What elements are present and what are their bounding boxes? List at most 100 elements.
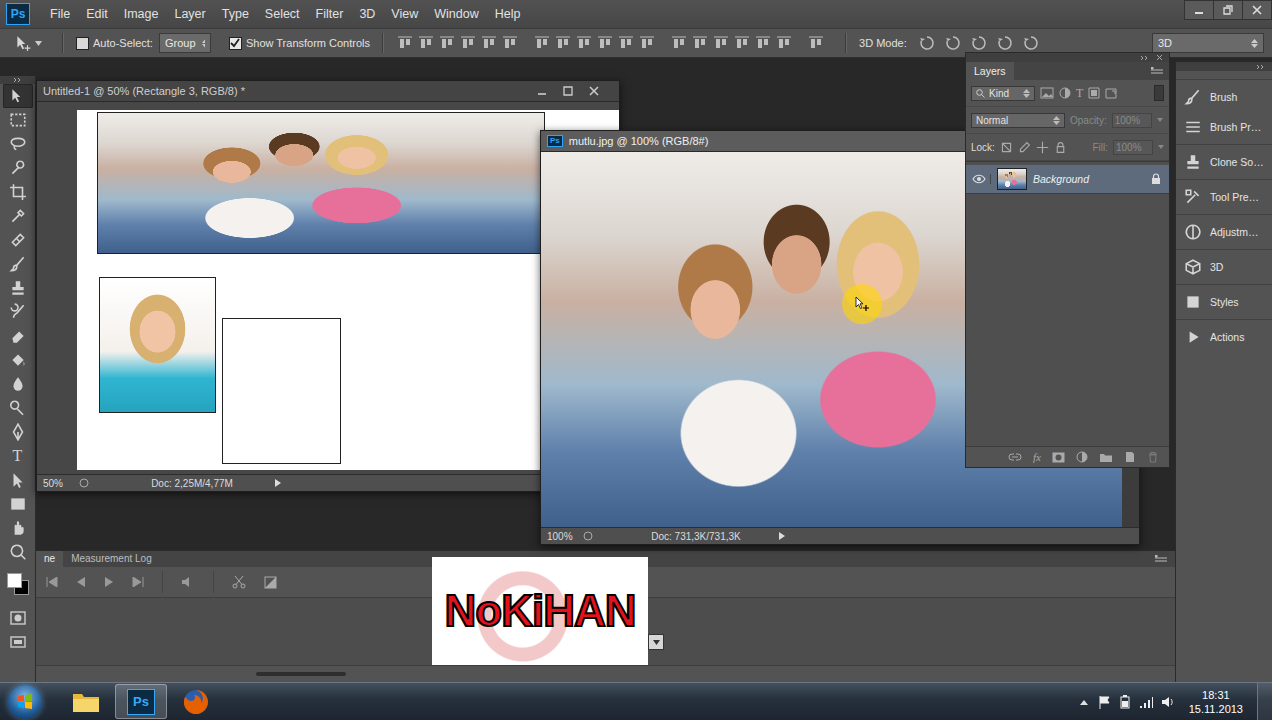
filter-toggle[interactable] xyxy=(1154,85,1164,101)
maximize-icon[interactable] xyxy=(563,86,573,96)
zoom-level[interactable]: 50% xyxy=(43,478,71,489)
zoom-level[interactable]: 100% xyxy=(547,531,575,542)
layer-row[interactable]: Background xyxy=(966,165,1169,194)
clock[interactable]: 18:3115.11.2013 xyxy=(1183,688,1249,716)
adjustment-layer-icon[interactable] xyxy=(1076,451,1088,463)
timeline-zoom-slider[interactable] xyxy=(256,672,346,676)
type-filter-icon[interactable]: T xyxy=(1076,86,1083,101)
dock-panel-button[interactable]: Brush Pr… xyxy=(1176,110,1272,144)
tool-button[interactable] xyxy=(3,108,33,132)
foreground-color-swatch[interactable] xyxy=(7,573,22,588)
align-button[interactable] xyxy=(417,34,435,52)
smart-object-filter-icon[interactable] xyxy=(1105,87,1117,99)
align-button[interactable] xyxy=(754,34,772,52)
menu-item[interactable]: Edit xyxy=(78,7,116,21)
audio-icon[interactable] xyxy=(181,576,195,588)
adjustment-filter-icon[interactable] xyxy=(1059,87,1071,99)
tools-panel-header[interactable] xyxy=(0,76,35,84)
split-icon[interactable] xyxy=(232,575,246,589)
first-frame-icon[interactable] xyxy=(46,577,58,587)
3d-mode-button[interactable] xyxy=(995,34,1015,52)
tool-button[interactable] xyxy=(3,348,33,372)
dock-panel-button[interactable]: Adjustm… xyxy=(1176,214,1272,249)
canvas[interactable] xyxy=(77,110,619,470)
tool-button[interactable] xyxy=(3,252,33,276)
align-button[interactable] xyxy=(554,34,572,52)
lock-option-icon[interactable] xyxy=(1054,141,1067,154)
next-frame-icon[interactable] xyxy=(132,577,144,587)
align-button[interactable] xyxy=(670,34,688,52)
menu-item[interactable]: Window xyxy=(426,7,486,21)
empty-rectangle-frame[interactable] xyxy=(222,318,341,464)
align-button[interactable] xyxy=(596,34,614,52)
dock-panel-button[interactable]: 3D xyxy=(1176,249,1272,284)
tool-button[interactable] xyxy=(3,540,33,564)
dropdown-arrow-icon[interactable] xyxy=(1158,145,1164,149)
tool-preset-picker[interactable] xyxy=(14,34,50,52)
status-menu-icon[interactable] xyxy=(583,531,593,541)
expand-arrow-icon[interactable] xyxy=(275,479,281,487)
mask-icon[interactable] xyxy=(1052,452,1065,463)
checkbox[interactable] xyxy=(76,37,89,50)
new-layer-icon[interactable] xyxy=(1124,451,1136,463)
network-icon[interactable] xyxy=(1139,695,1153,709)
menu-item[interactable]: Image xyxy=(116,7,167,21)
align-button[interactable] xyxy=(480,34,498,52)
taskbar-app[interactable] xyxy=(170,684,222,719)
panel-tab[interactable]: Measurement Log xyxy=(63,551,160,567)
collapse-icon[interactable] xyxy=(1140,55,1150,61)
panel-menu-icon[interactable] xyxy=(1155,555,1167,563)
checkbox[interactable] xyxy=(229,37,242,50)
document-window[interactable]: Untitled-1 @ 50% (Rectangle 3, RGB/8) * 5… xyxy=(36,80,620,492)
dock-panel-button[interactable]: Clone So… xyxy=(1176,144,1272,179)
tool-button[interactable] xyxy=(3,156,33,180)
quick-mask-button[interactable] xyxy=(3,606,33,630)
girl-photo-frame[interactable] xyxy=(99,277,216,413)
visibility-toggle[interactable] xyxy=(970,174,991,184)
align-button[interactable] xyxy=(712,34,730,52)
action-center-flag-icon[interactable] xyxy=(1097,695,1111,709)
restore-button[interactable] xyxy=(1213,0,1243,20)
menu-item[interactable]: Layer xyxy=(166,7,213,21)
document-title-bar[interactable]: Untitled-1 @ 50% (Rectangle 3, RGB/8) * xyxy=(37,81,619,102)
layers-tab[interactable]: Layers xyxy=(966,62,1014,80)
align-button[interactable] xyxy=(638,34,656,52)
expand-arrow-icon[interactable] xyxy=(779,532,785,540)
align-button[interactable] xyxy=(733,34,751,52)
menu-item[interactable]: 3D xyxy=(351,7,383,21)
tool-button[interactable] xyxy=(3,372,33,396)
pixel-filter-icon[interactable] xyxy=(1040,87,1054,99)
tool-button[interactable] xyxy=(3,276,33,300)
align-button[interactable] xyxy=(396,34,414,52)
tool-button[interactable] xyxy=(3,324,33,348)
blend-mode-dropdown[interactable]: Normal xyxy=(971,113,1065,128)
tool-button[interactable] xyxy=(3,204,33,228)
tool-button[interactable] xyxy=(3,180,33,204)
screen-mode-button[interactable] xyxy=(3,630,33,654)
dock-panel-button[interactable]: Actions xyxy=(1176,319,1272,354)
menu-item[interactable]: View xyxy=(383,7,426,21)
trash-icon[interactable] xyxy=(1147,451,1159,463)
dock-panel-button[interactable]: Brush xyxy=(1176,79,1272,114)
menu-item[interactable]: Filter xyxy=(308,7,352,21)
align-button[interactable] xyxy=(533,34,551,52)
fill-field[interactable]: 100% xyxy=(1113,140,1153,155)
align-button[interactable] xyxy=(775,34,793,52)
start-button[interactable] xyxy=(8,685,42,719)
menu-item[interactable]: Type xyxy=(214,7,257,21)
folder-icon[interactable] xyxy=(1099,452,1113,463)
play-icon[interactable] xyxy=(104,577,114,587)
menu-item[interactable]: Select xyxy=(257,7,308,21)
tool-button[interactable] xyxy=(3,228,33,252)
battery-icon[interactable] xyxy=(1119,695,1131,709)
layer-style-button[interactable]: fx xyxy=(1033,451,1041,463)
3d-mode-button[interactable] xyxy=(917,34,937,52)
auto-select-checkbox[interactable]: Auto-Select: xyxy=(76,37,153,50)
align-button[interactable] xyxy=(807,34,825,52)
tool-button[interactable] xyxy=(3,468,33,492)
3d-mode-button[interactable] xyxy=(1021,34,1041,52)
filter-kind-dropdown[interactable]: Kind xyxy=(971,86,1035,101)
transition-icon[interactable] xyxy=(264,576,277,589)
opacity-field[interactable]: 100% xyxy=(1112,113,1152,128)
lock-option-icon[interactable] xyxy=(1000,141,1013,154)
